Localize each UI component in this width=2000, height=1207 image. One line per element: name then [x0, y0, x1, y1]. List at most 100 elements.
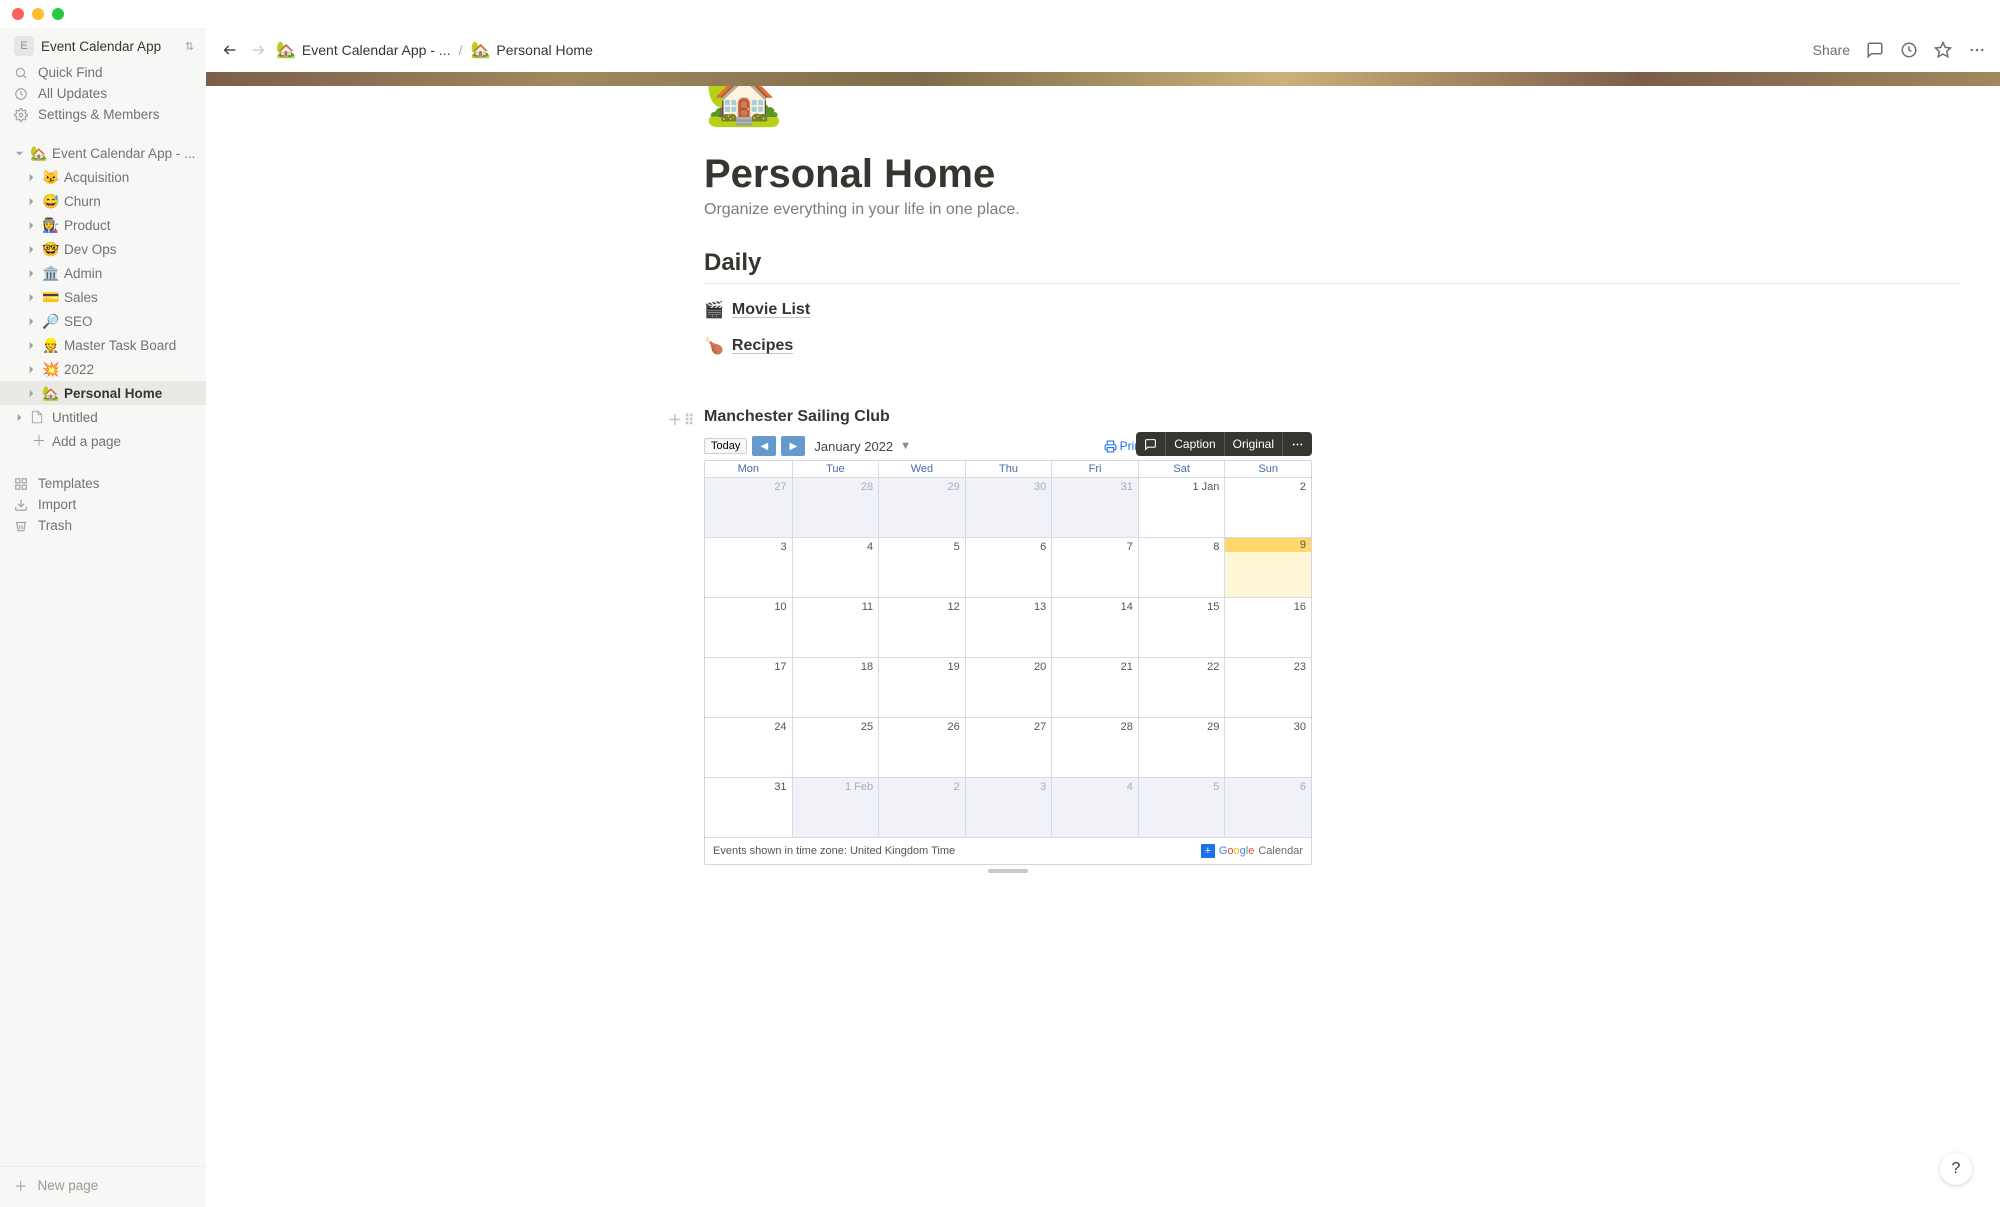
calendar-cell[interactable]: 17	[705, 658, 792, 717]
block-comment-button[interactable]	[1136, 433, 1165, 456]
caret-right-icon[interactable]	[24, 314, 38, 328]
caret-down-icon[interactable]	[12, 146, 26, 160]
help-button[interactable]: ?	[1940, 1153, 1972, 1185]
calendar-cell[interactable]: 3	[965, 778, 1052, 837]
caret-right-icon[interactable]	[24, 218, 38, 232]
calendar-cell[interactable]: 27	[965, 718, 1052, 777]
chevron-down-icon[interactable]: ▼	[900, 440, 911, 452]
window-close[interactable]	[12, 8, 24, 20]
tree-item[interactable]: 😅Churn	[0, 189, 206, 213]
all-updates[interactable]: All Updates	[0, 83, 206, 104]
calendar-cell[interactable]: 22	[1138, 658, 1225, 717]
calendar-today-button[interactable]: Today	[704, 438, 747, 454]
calendar-cell[interactable]: 29	[878, 478, 965, 537]
workspace-switcher[interactable]: E Event Calendar App ⇅	[0, 32, 206, 60]
window-minimize[interactable]	[32, 8, 44, 20]
calendar-next-button[interactable]: ▶	[781, 436, 805, 456]
comments-icon[interactable]	[1866, 41, 1884, 59]
caret-right-icon[interactable]	[24, 386, 38, 400]
calendar-cell[interactable]: 1 Jan	[1138, 478, 1225, 537]
updates-icon[interactable]	[1900, 41, 1918, 59]
block-original-button[interactable]: Original	[1224, 432, 1282, 456]
calendar-cell[interactable]: 11	[792, 598, 879, 657]
calendar-cell[interactable]: 4	[1051, 778, 1138, 837]
calendar-cell[interactable]: 29	[1138, 718, 1225, 777]
new-page[interactable]: ＋ New page	[0, 1166, 206, 1203]
calendar-cell[interactable]: 31	[705, 778, 792, 837]
calendar-cell[interactable]: 6	[965, 538, 1052, 597]
add-a-page[interactable]: ＋ Add a page	[0, 429, 206, 453]
caret-right-icon[interactable]	[24, 170, 38, 184]
calendar-cell[interactable]: 27	[705, 478, 792, 537]
tree-item[interactable]: 🔎SEO	[0, 309, 206, 333]
calendar-cell[interactable]: 21	[1051, 658, 1138, 717]
page-link[interactable]: 🎬Movie List	[704, 300, 1960, 320]
calendar-cell[interactable]: 25	[792, 718, 879, 777]
tree-untitled[interactable]: Untitled	[0, 405, 206, 429]
calendar-cell[interactable]: 7	[1051, 538, 1138, 597]
calendar-cell[interactable]: 20	[965, 658, 1052, 717]
block-caption-button[interactable]: Caption	[1165, 432, 1223, 456]
breadcrumb-current[interactable]: 🏡 Personal Home	[470, 40, 592, 60]
caret-right-icon[interactable]	[24, 266, 38, 280]
calendar-cell[interactable]: 30	[1224, 718, 1311, 777]
more-icon[interactable]	[1968, 41, 1986, 59]
settings-members[interactable]: Settings & Members	[0, 104, 206, 125]
calendar-cell[interactable]: 10	[705, 598, 792, 657]
calendar-cell[interactable]: 23	[1224, 658, 1311, 717]
caret-right-icon[interactable]	[24, 338, 38, 352]
calendar-cell[interactable]: 8	[1138, 538, 1225, 597]
calendar-cell[interactable]: 6	[1224, 778, 1311, 837]
favorite-icon[interactable]	[1934, 41, 1952, 59]
trash[interactable]: Trash	[0, 515, 206, 536]
calendar-cell[interactable]: 31	[1051, 478, 1138, 537]
calendar-cell[interactable]: 14	[1051, 598, 1138, 657]
tree-item[interactable]: 💥2022	[0, 357, 206, 381]
tree-root[interactable]: 🏡 Event Calendar App - ...	[0, 141, 206, 165]
forward-button[interactable]	[248, 40, 268, 60]
templates[interactable]: Templates	[0, 473, 206, 494]
tree-item[interactable]: 💳Sales	[0, 285, 206, 309]
calendar-cell[interactable]: 4	[792, 538, 879, 597]
tree-item[interactable]: 👩‍🏭Product	[0, 213, 206, 237]
caret-right-icon[interactable]	[24, 194, 38, 208]
add-block-button[interactable]: ＋	[668, 410, 682, 430]
tree-item[interactable]: 😼Acquisition	[0, 165, 206, 189]
calendar-cell[interactable]: 5	[1138, 778, 1225, 837]
page-title[interactable]: Personal Home	[704, 152, 1960, 197]
embed-title[interactable]: Manchester Sailing Club	[704, 408, 890, 425]
calendar-cell[interactable]: 30	[965, 478, 1052, 537]
window-zoom[interactable]	[52, 8, 64, 20]
page-subtitle[interactable]: Organize everything in your life in one …	[704, 201, 1960, 219]
caret-right-icon[interactable]	[24, 242, 38, 256]
calendar-cell[interactable]: 16	[1224, 598, 1311, 657]
calendar-cell[interactable]: 13	[965, 598, 1052, 657]
calendar-cell[interactable]: 26	[878, 718, 965, 777]
calendar-cell[interactable]: 5	[878, 538, 965, 597]
drag-handle-icon[interactable]: ⠿	[684, 412, 694, 429]
breadcrumb-parent[interactable]: 🏡 Event Calendar App - ...	[276, 40, 451, 60]
quick-find[interactable]: Quick Find	[0, 62, 206, 83]
tree-item[interactable]: 👷Master Task Board	[0, 333, 206, 357]
share-button[interactable]: Share	[1813, 42, 1850, 58]
caret-right-icon[interactable]	[24, 290, 38, 304]
caret-right-icon[interactable]	[24, 362, 38, 376]
calendar-cell[interactable]: 1 Feb	[792, 778, 879, 837]
tree-item[interactable]: 🤓Dev Ops	[0, 237, 206, 261]
tree-item[interactable]: 🏛️Admin	[0, 261, 206, 285]
calendar-cell[interactable]: 18	[792, 658, 879, 717]
back-button[interactable]	[220, 40, 240, 60]
calendar-cell[interactable]: 24	[705, 718, 792, 777]
calendar-prev-button[interactable]: ◀	[752, 436, 776, 456]
calendar-cell[interactable]: 28	[1051, 718, 1138, 777]
page-link[interactable]: 🍗Recipes	[704, 336, 1960, 356]
page-emoji[interactable]: 🏡	[704, 86, 784, 124]
calendar-cell[interactable]: 2	[878, 778, 965, 837]
calendar-cell[interactable]: 2	[1224, 478, 1311, 537]
import[interactable]: Import	[0, 494, 206, 515]
calendar-cell[interactable]: 15	[1138, 598, 1225, 657]
calendar-cell[interactable]: 28	[792, 478, 879, 537]
google-calendar-link[interactable]: + Google Calendar	[1201, 844, 1303, 858]
calendar-cell[interactable]: 9	[1224, 538, 1311, 597]
calendar-cell[interactable]: 19	[878, 658, 965, 717]
